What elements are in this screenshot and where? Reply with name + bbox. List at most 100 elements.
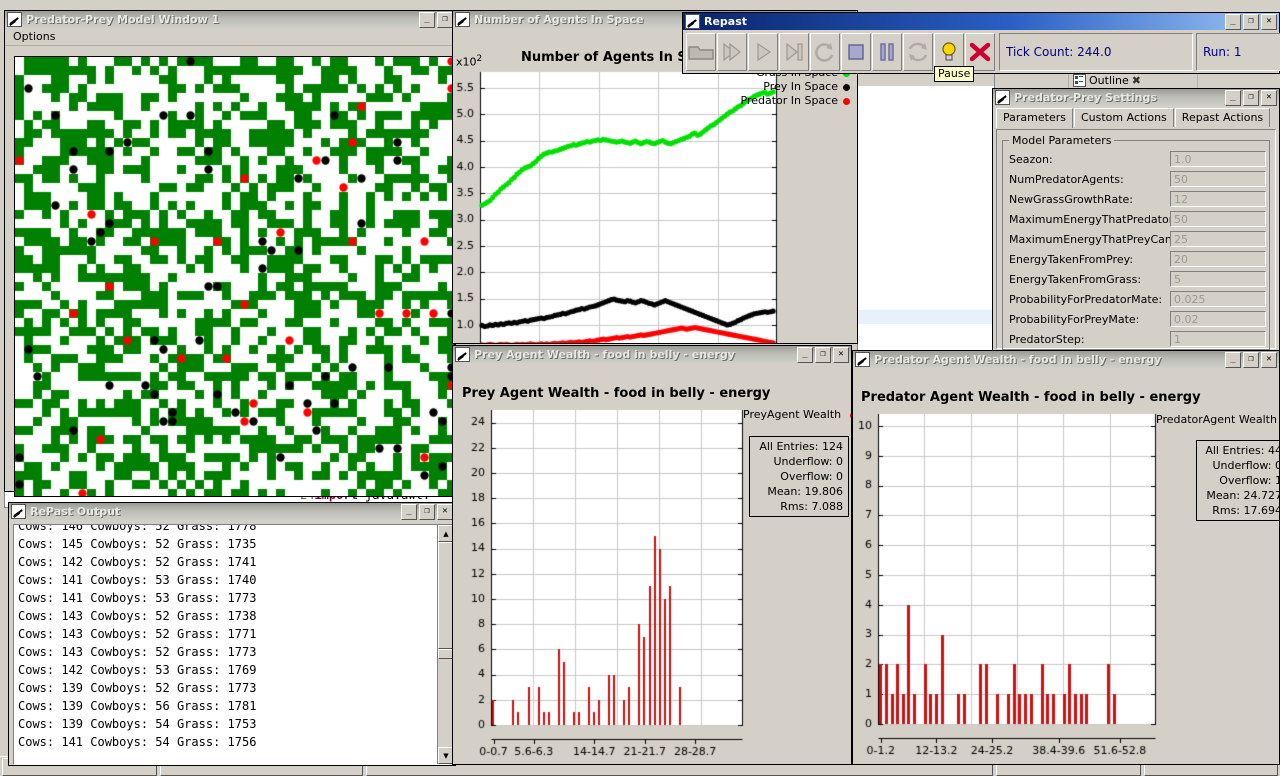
tab-parameters[interactable]: Parameters [996, 108, 1073, 128]
parameter-value[interactable]: 12 [1170, 191, 1266, 207]
prey-legend-label: PreyAgent Wealth [743, 408, 841, 421]
repast-app-icon [7, 12, 22, 27]
red-x-icon [966, 41, 994, 63]
tick-count-label: Tick Count: 244.0 [1006, 45, 1112, 59]
predator-legend: PredatorAgent Wealth [1156, 413, 1279, 426]
minimize-button[interactable]: _ [1225, 90, 1241, 106]
parameter-list[interactable]: Seazon:1.0NumPredatorAgents:50NewGrassGr… [1006, 149, 1266, 349]
prey-legend: PreyAgent Wealth [743, 408, 851, 421]
parameter-label: ProbabilityForPredatorMate: [1006, 293, 1170, 306]
settings-window-titlebar[interactable]: Predator-Prey Settings _ ❐ ✕ [993, 89, 1279, 106]
model-window-titlebar[interactable]: Predator-Prey Model Window 1 _ ❐ [5, 11, 455, 28]
repast-window-titlebar[interactable]: Repast _ ❐ ✕ [683, 13, 1279, 30]
output-window[interactable]: RePast Output _ ❐ ✕ Cows: 146 Cowboys: 5… [8, 502, 456, 766]
repast-app-icon [855, 352, 870, 367]
outline-tab-label: Outline [1089, 74, 1129, 87]
predator-window[interactable]: Predator Agent Wealth - food in belly - … [852, 350, 1280, 765]
parameter-value[interactable]: 5 [1170, 271, 1266, 287]
close-icon[interactable]: ✖ [1132, 74, 1141, 87]
maximize-button[interactable]: ❐ [419, 504, 435, 520]
prey-window[interactable]: Prey Agent Wealth - food in belly - ener… [452, 345, 852, 765]
close-button[interactable]: ✕ [1261, 14, 1277, 30]
prey-stats-box: All Entries: 124Underflow: 0Overflow: 0M… [749, 436, 849, 517]
close-button[interactable]: ✕ [437, 504, 453, 520]
start-button[interactable] [748, 33, 778, 71]
minimize-button[interactable]: _ [1225, 14, 1241, 30]
maximize-button[interactable]: ❐ [1243, 352, 1259, 368]
stat-line: All Entries: 44 [1202, 443, 1279, 458]
minimize-button[interactable]: _ [419, 12, 435, 28]
parameter-value[interactable]: 50 [1170, 211, 1266, 227]
stop-icon [842, 41, 870, 63]
maximize-button[interactable]: ❐ [437, 12, 453, 28]
tab-repast-actions[interactable]: Repast Actions [1175, 108, 1270, 127]
close-button[interactable]: ✕ [1261, 90, 1277, 106]
parameter-label: MaximumEnergyThatPreyCanTake: [1006, 233, 1170, 246]
step-button[interactable] [779, 33, 809, 71]
parameter-row: ProbabilityForPredatorMate:0.025 [1006, 289, 1266, 309]
predator-legend-label: PredatorAgent Wealth [1156, 413, 1277, 426]
pause-tooltip: Pause [934, 66, 974, 82]
parameter-value[interactable]: 1.0 [1170, 151, 1266, 167]
settings-window-title: Predator-Prey Settings [1014, 91, 1225, 104]
parameter-label: ProbabilityForPreyMate: [1006, 313, 1170, 326]
parameter-row: EnergyTakenFromPrey:20 [1006, 249, 1266, 269]
maximize-button[interactable]: ❐ [815, 347, 831, 363]
initialize-icon [718, 41, 746, 63]
minimize-button[interactable]: _ [401, 504, 417, 520]
minimize-button[interactable]: _ [1225, 352, 1241, 368]
exit-batch-button[interactable] [903, 33, 933, 71]
repast-window[interactable]: Repast _ ❐ ✕ [682, 12, 1280, 74]
settings-tabs[interactable]: Parameters Custom Actions Repast Actions [993, 108, 1279, 127]
prey-window-title: Prey Agent Wealth - food in belly - ener… [474, 348, 797, 361]
repast-toolbar[interactable]: Tick Count: 244.0 Run: 1 [683, 30, 1279, 74]
model-grid-canvas[interactable] [14, 56, 455, 497]
stat-line: Underflow: 0 [755, 454, 843, 469]
parameter-value[interactable]: 1 [1170, 331, 1266, 347]
prey-chart-title: Prey Agent Wealth - food in belly - ener… [462, 386, 770, 401]
tab-custom-actions[interactable]: Custom Actions [1074, 108, 1174, 127]
close-button[interactable]: ✕ [1261, 352, 1277, 368]
maximize-button[interactable]: ❐ [1243, 90, 1259, 106]
load-model-button[interactable] [686, 33, 716, 71]
parameter-row: MaximumEnergyThatPreyCanTake:25 [1006, 229, 1266, 249]
model-window[interactable]: Predator-Prey Model Window 1 _ ❐ Options [4, 10, 456, 492]
legend-dot-prey [843, 84, 850, 91]
reload-button[interactable] [810, 33, 840, 71]
step-icon [780, 41, 808, 63]
pause-button[interactable] [872, 33, 902, 71]
parameter-row: PredatorStep:1 [1006, 329, 1266, 349]
repast-app-icon [455, 12, 470, 27]
maximize-button[interactable]: ❐ [1243, 14, 1259, 30]
repast-app-icon [11, 504, 26, 519]
prey-window-titlebar[interactable]: Prey Agent Wealth - food in belly - ener… [453, 346, 851, 363]
close-button[interactable]: ✕ [833, 347, 849, 363]
parameter-label: Seazon: [1006, 153, 1170, 166]
model-parameters-group: Model Parameters Seazon:1.0NumPredatorAg… [1002, 140, 1270, 350]
output-window-titlebar[interactable]: RePast Output _ ❐ ✕ [9, 503, 455, 520]
stop-button[interactable] [841, 33, 871, 71]
parameter-value[interactable]: 0.02 [1170, 311, 1266, 327]
menu-item-options[interactable]: Options [13, 30, 55, 43]
parameter-row: Seazon:1.0 [1006, 149, 1266, 169]
model-window-menubar[interactable]: Options [5, 28, 455, 46]
initialize-button[interactable] [717, 33, 747, 71]
parameter-value[interactable]: 25 [1170, 231, 1266, 247]
stat-line: Mean: 19.806 [755, 484, 843, 499]
parameter-label: EnergyTakenFromGrass: [1006, 273, 1170, 286]
repast-app-icon [455, 347, 470, 362]
stat-line: Mean: 24.727 [1202, 488, 1279, 503]
output-text-area[interactable]: Cows: 146 Cowboys: 52 Grass: 1778 Cows: … [13, 524, 455, 765]
tick-count-field: Tick Count: 244.0 [999, 33, 1193, 71]
settings-window[interactable]: Predator-Prey Settings _ ❐ ✕ Parameters … [992, 88, 1280, 352]
predator-stats-box: All Entries: 44Underflow: 0Overflow: 1Me… [1196, 440, 1279, 521]
parameter-value[interactable]: 50 [1170, 171, 1266, 187]
minimize-button[interactable]: _ [797, 347, 813, 363]
predator-window-titlebar[interactable]: Predator Agent Wealth - food in belly - … [853, 351, 1279, 368]
parameter-value[interactable]: 20 [1170, 251, 1266, 267]
parameter-value[interactable]: 0.025 [1170, 291, 1266, 307]
parameter-label: PredatorStep: [1006, 333, 1170, 346]
legend-item-prey: Prey In Space [690, 80, 850, 94]
stat-line: Rms: 17.694 [1202, 503, 1279, 518]
prey-chart-plot [458, 406, 748, 761]
